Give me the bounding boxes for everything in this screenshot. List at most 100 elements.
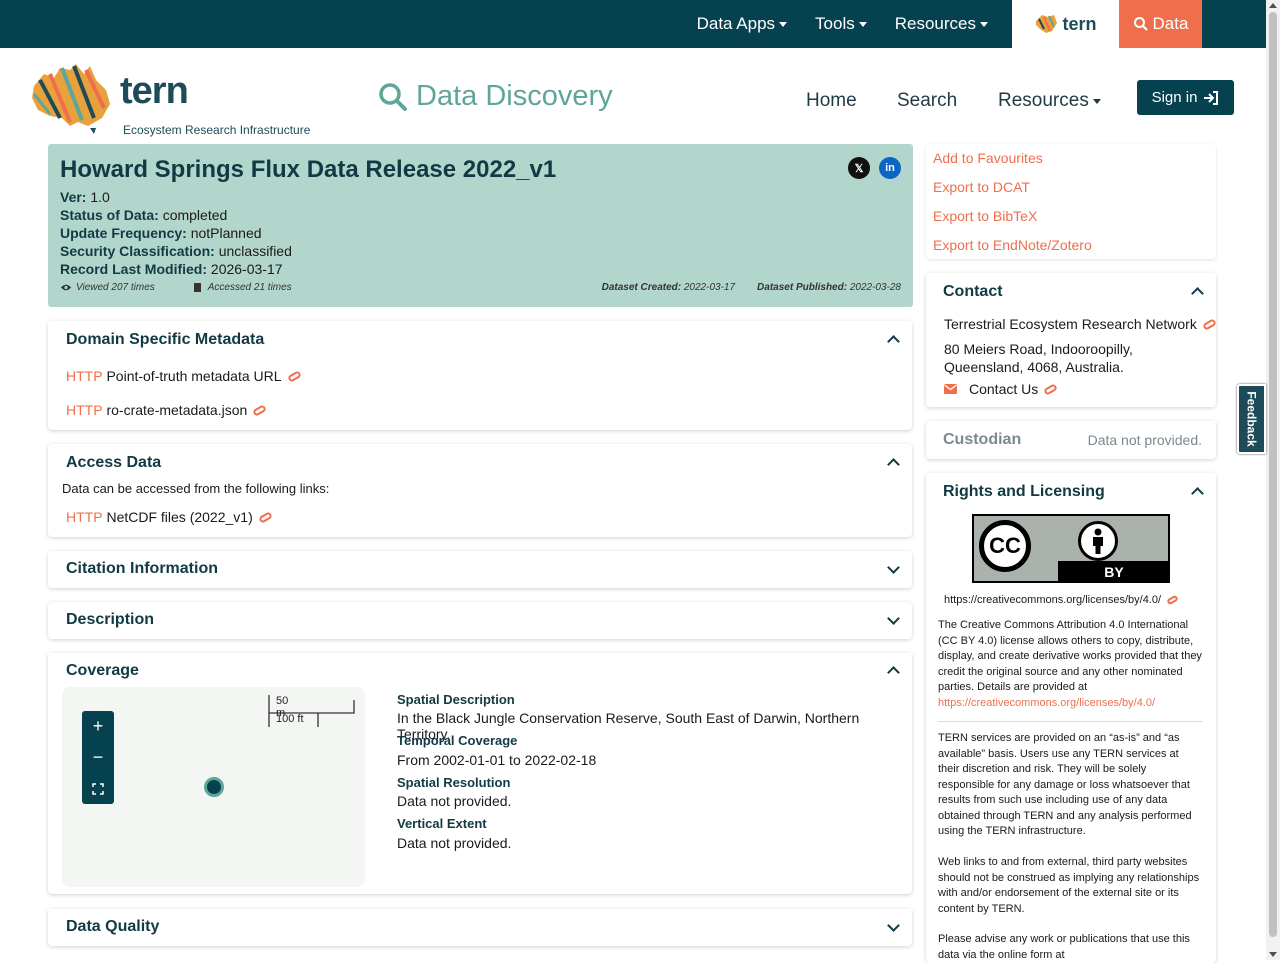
access-data-title: Access Data	[66, 454, 162, 471]
nav-resources-main[interactable]: Resources	[998, 90, 1101, 112]
fullscreen-icon	[92, 782, 104, 795]
rights-section: Rights and Licensing CC BY https://creat…	[926, 473, 1216, 963]
sign-in-icon	[1204, 90, 1219, 105]
license-paragraph: The Creative Commons Attribution 4.0 Int…	[938, 618, 1203, 711]
attribution-icon	[1078, 521, 1118, 561]
coverage-map[interactable]: + − 50 m 100 ft	[62, 687, 365, 887]
australia-map-logo-icon	[32, 64, 110, 134]
custodian-section: Custodian Data not provided.	[926, 421, 1216, 459]
http-label: HTTP	[66, 368, 103, 384]
custodian-value: Data not provided.	[1087, 432, 1202, 448]
version-value: 1.0	[90, 189, 110, 205]
scroll-down-arrow-icon[interactable]	[1269, 952, 1277, 957]
chevron-up-icon[interactable]	[887, 335, 900, 348]
nav-tern-home[interactable]: tern	[1012, 0, 1119, 48]
feedback-label: Feedback	[1244, 391, 1259, 447]
vertical-extent-value: Data not provided.	[397, 835, 512, 851]
linkedin-share-icon[interactable]: in	[879, 157, 901, 179]
ro-crate-link[interactable]: HTTP ro-crate-metadata.json	[66, 402, 268, 418]
person-icon	[1093, 528, 1103, 554]
contact-org-link[interactable]: Terrestrial Ecosystem Research Network	[944, 316, 1217, 332]
nav-data-label: Data	[1152, 14, 1189, 33]
link-icon	[1166, 594, 1179, 606]
temporal-coverage-value: From 2002-01-01 to 2022-02-18	[397, 752, 597, 768]
link-icon	[257, 510, 273, 524]
site-marker[interactable]	[204, 777, 224, 797]
access-data-section: Access Data Data can be accessed from th…	[48, 444, 912, 537]
fullscreen-button[interactable]	[82, 773, 114, 804]
nav-data[interactable]: Data	[1119, 0, 1202, 48]
license-url-link[interactable]: https://creativecommons.org/licenses/by/…	[944, 594, 1179, 606]
add-to-favourites-link[interactable]: Add to Favourites	[933, 150, 1043, 166]
status-label: Status of Data:	[60, 207, 159, 223]
link-icon	[252, 403, 268, 417]
license-details-link[interactable]: https://creativecommons.org/licenses/by/…	[938, 697, 1155, 709]
chevron-up-icon[interactable]	[1191, 287, 1204, 300]
nav-home[interactable]: Home	[806, 90, 857, 112]
nav-tools-label: Tools	[815, 14, 855, 33]
dataset-created-value: 2022-03-17	[683, 282, 736, 293]
x-share-icon[interactable]: 𝕏	[848, 157, 870, 179]
chevron-up-icon[interactable]	[887, 666, 900, 679]
scroll-up-arrow-icon[interactable]	[1269, 3, 1277, 8]
cc-icon: CC	[979, 520, 1031, 572]
chevron-down-icon[interactable]	[887, 919, 900, 932]
search-icon	[379, 82, 407, 111]
top-navbar: Data Apps Tools Resources tern Data	[0, 0, 1266, 48]
nav-tools[interactable]: Tools	[815, 14, 867, 34]
export-endnote-link[interactable]: Export to EndNote/Zotero	[933, 237, 1092, 253]
point-of-truth-link[interactable]: HTTP Point-of-truth metadata URL	[66, 368, 302, 384]
link-label: Point-of-truth metadata URL	[106, 368, 282, 384]
link-label: ro-crate-metadata.json	[106, 402, 248, 418]
caret-down-icon	[1092, 98, 1101, 104]
envelope-icon	[944, 384, 957, 394]
tern-logo[interactable]: tern Ecosystem Research Infrastructure	[30, 60, 330, 137]
http-label: HTTP	[66, 402, 103, 418]
link-icon	[1043, 382, 1059, 396]
chevron-down-icon[interactable]	[887, 612, 900, 625]
nav-data-apps-label: Data Apps	[696, 14, 776, 33]
dataset-created: Dataset Created: 2022-03-17	[602, 282, 735, 293]
sign-in-button[interactable]: Sign in	[1137, 80, 1234, 115]
data-quality-section[interactable]: Data Quality	[48, 909, 912, 946]
citation-title: Citation Information	[66, 560, 218, 577]
description-section[interactable]: Description	[48, 602, 912, 639]
domain-metadata-title: Domain Specific Metadata	[66, 331, 265, 348]
record-stats: Viewed 207 times Accessed 21 times Datas…	[60, 282, 901, 293]
rights-title: Rights and Licensing	[943, 483, 1105, 500]
contact-org-name: Terrestrial Ecosystem Research Network	[944, 316, 1197, 332]
nav-resources[interactable]: Resources	[895, 14, 988, 34]
nav-home-label: Home	[806, 90, 857, 111]
scrollbar[interactable]	[1266, 0, 1280, 960]
scrollbar-thumb[interactable]	[1269, 12, 1277, 937]
chevron-down-icon[interactable]	[887, 561, 900, 574]
zoom-out-button[interactable]: −	[82, 742, 114, 773]
contact-us-link[interactable]: Contact Us	[944, 381, 1059, 397]
update-frequency-row: Update Frequency: notPlanned	[60, 224, 901, 242]
netcdf-link[interactable]: HTTP NetCDF files (2022_v1)	[66, 509, 273, 525]
zoom-in-button[interactable]: +	[82, 711, 114, 742]
map-zoom-controls: + −	[82, 711, 114, 804]
security-value: unclassified	[218, 243, 292, 259]
temporal-coverage-label: Temporal Coverage	[397, 733, 518, 748]
status-value: completed	[162, 207, 228, 223]
chevron-up-icon[interactable]	[1191, 487, 1204, 500]
citation-section[interactable]: Citation Information	[48, 551, 912, 588]
coverage-section: Coverage + − 50 m 100 ft Spatial Descrip…	[48, 653, 912, 894]
dataset-published-label: Dataset Published:	[757, 282, 848, 293]
export-bibtex-link[interactable]: Export to BibTeX	[933, 208, 1037, 224]
feedback-tab[interactable]: Feedback	[1237, 384, 1266, 454]
contact-section: Contact Terrestrial Ecosystem Research N…	[926, 273, 1217, 407]
spatial-resolution-value: Data not provided.	[397, 793, 512, 809]
cc-text: CC	[989, 533, 1021, 558]
views-text: Viewed 207 times	[76, 282, 155, 293]
nav-search-label: Search	[897, 90, 958, 111]
cc-by-badge[interactable]: CC BY	[972, 514, 1170, 583]
nav-data-apps[interactable]: Data Apps	[696, 14, 788, 34]
nav-search[interactable]: Search	[897, 90, 957, 112]
door-icon	[193, 283, 201, 292]
version-label: Ver:	[60, 189, 87, 205]
search-icon	[1133, 17, 1148, 31]
export-dcat-link[interactable]: Export to DCAT	[933, 179, 1030, 195]
chevron-up-icon[interactable]	[887, 458, 900, 471]
